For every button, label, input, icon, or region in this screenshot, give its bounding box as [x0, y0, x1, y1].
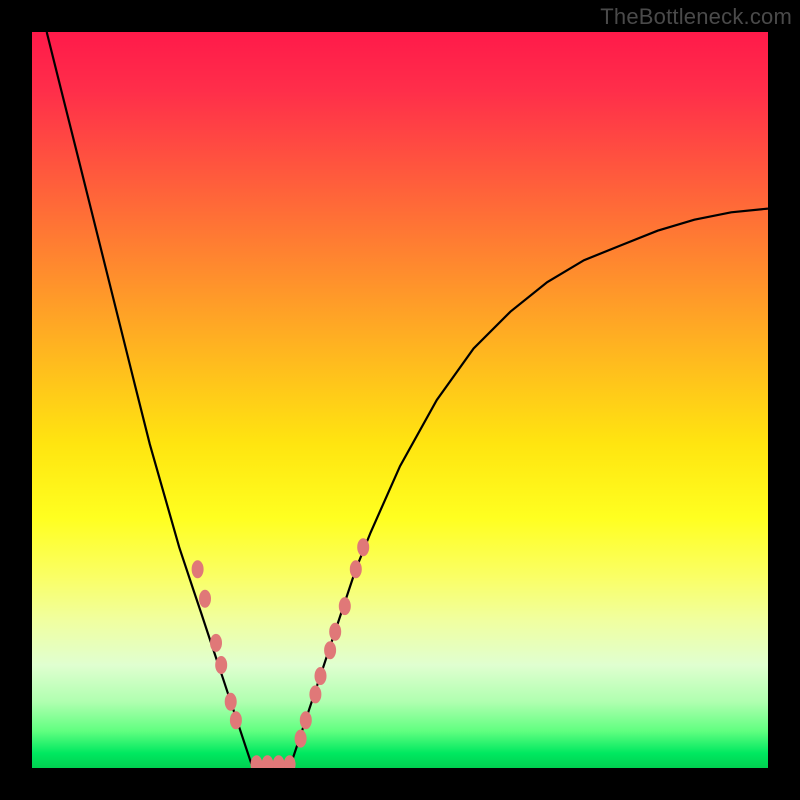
marker-dot: [192, 560, 204, 578]
marker-dot: [225, 693, 237, 711]
marker-dot: [230, 711, 242, 729]
marker-dot: [273, 755, 285, 768]
marker-dot: [251, 755, 263, 768]
marker-dot: [300, 711, 312, 729]
marker-dot: [339, 597, 351, 615]
marker-group: [192, 538, 370, 768]
marker-dot: [309, 685, 321, 703]
marker-dot: [295, 730, 307, 748]
marker-dot: [357, 538, 369, 556]
marker-dot: [215, 656, 227, 674]
marker-dot: [199, 590, 211, 608]
marker-dot: [329, 623, 341, 641]
marker-dot: [315, 667, 327, 685]
plot-area: [32, 32, 768, 768]
chart-frame: TheBottleneck.com: [0, 0, 800, 800]
bottleneck-curve: [47, 32, 768, 768]
curve-svg: [32, 32, 768, 768]
marker-dot: [262, 755, 274, 768]
marker-dot: [324, 641, 336, 659]
watermark-text: TheBottleneck.com: [600, 4, 792, 30]
marker-dot: [210, 634, 222, 652]
marker-dot: [350, 560, 362, 578]
